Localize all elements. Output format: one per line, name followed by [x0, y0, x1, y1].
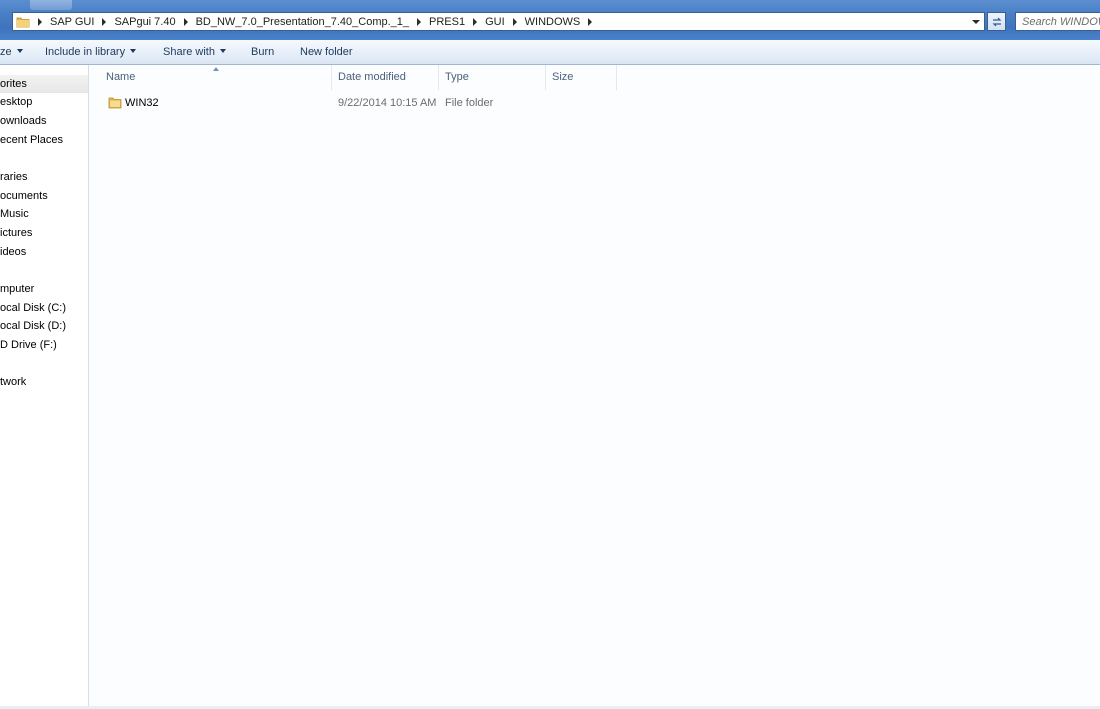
breadcrumb-bd-nw[interactable]: BD_NW_7.0_Presentation_7.40_Comp._1_ [196, 16, 409, 28]
file-list: Name Date modified Type Size WIN32 9/22/… [90, 65, 1100, 709]
address-bar[interactable]: SAP GUI SAPgui 7.40 BD_NW_7.0_Presentati… [12, 12, 985, 31]
breadcrumb-separator-icon[interactable] [417, 17, 422, 26]
column-header-date-modified[interactable]: Date modified [332, 65, 439, 90]
sort-ascending-icon [213, 67, 219, 71]
folder-icon [16, 17, 30, 27]
nav-item-libraries[interactable]: raries [0, 168, 28, 186]
include-in-library-button[interactable]: Include in library [45, 46, 137, 58]
breadcrumb-separator-icon[interactable] [512, 17, 517, 26]
breadcrumb-separator-icon[interactable] [38, 17, 42, 26]
breadcrumb-windows[interactable]: WINDOWS [525, 16, 581, 28]
nav-item-videos[interactable]: ideos [0, 243, 26, 261]
organize-button[interactable]: ze [0, 46, 23, 58]
nav-item-desktop[interactable]: esktop [0, 93, 32, 111]
command-bar: ze Include in library Share with Burn Ne… [0, 40, 1100, 65]
chevron-down-icon [16, 49, 23, 53]
nav-item-recent-places[interactable]: ecent Places [0, 131, 63, 149]
nav-item-pictures[interactable]: ictures [0, 224, 32, 242]
search-input[interactable]: Search WINDOWS [1015, 12, 1100, 31]
nav-item-favorites[interactable]: orites [0, 75, 88, 93]
nav-item-network[interactable]: twork [0, 373, 26, 391]
nav-item-local-disk-d[interactable]: ocal Disk (D:) [0, 317, 66, 335]
folder-icon [108, 97, 122, 109]
row-name[interactable]: WIN32 [125, 97, 159, 109]
breadcrumb-separator-icon[interactable] [102, 17, 107, 26]
breadcrumb-gui[interactable]: GUI [485, 16, 505, 28]
taskbar-thumbnail-ghost [30, 0, 72, 10]
breadcrumb-sap-gui[interactable]: SAP GUI [50, 16, 94, 28]
breadcrumb-sapgui-740[interactable]: SAPgui 7.40 [114, 16, 175, 28]
breadcrumb-pres1[interactable]: PRES1 [429, 16, 465, 28]
chevron-down-icon [130, 49, 137, 53]
new-folder-button[interactable]: New folder [300, 46, 353, 58]
refresh-icon [992, 17, 1001, 26]
nav-item-computer[interactable]: mputer [0, 280, 34, 298]
breadcrumb-separator-icon[interactable] [473, 17, 478, 26]
nav-item-documents[interactable]: ocuments [0, 187, 48, 205]
breadcrumb-separator-icon[interactable] [588, 17, 593, 26]
column-header-type[interactable]: Type [439, 65, 546, 90]
row-type: File folder [445, 97, 494, 109]
refresh-button[interactable] [987, 12, 1006, 31]
organize-label: ze [0, 46, 12, 58]
share-with-label: Share with [163, 46, 215, 58]
nav-item-local-disk-c[interactable]: ocal Disk (C:) [0, 299, 66, 317]
row-date-modified: 9/22/2014 10:15 AM [338, 97, 437, 109]
nav-item-music[interactable]: Music [0, 205, 29, 223]
window-titlebar: SAP GUI SAPgui 7.40 BD_NW_7.0_Presentati… [0, 0, 1100, 40]
include-in-library-label: Include in library [45, 46, 126, 58]
column-header-size[interactable]: Size [546, 65, 617, 90]
nav-item-downloads[interactable]: ownloads [0, 112, 46, 130]
burn-button[interactable]: Burn [251, 46, 274, 58]
share-with-button[interactable]: Share with [163, 46, 226, 58]
nav-item-dvd-drive-f[interactable]: D Drive (F:) [0, 336, 57, 354]
breadcrumb-separator-icon[interactable] [183, 17, 188, 26]
address-history-dropdown[interactable] [968, 13, 984, 30]
navigation-pane: orites esktop ownloads ecent Places rari… [0, 65, 89, 709]
chevron-down-icon [219, 49, 226, 53]
